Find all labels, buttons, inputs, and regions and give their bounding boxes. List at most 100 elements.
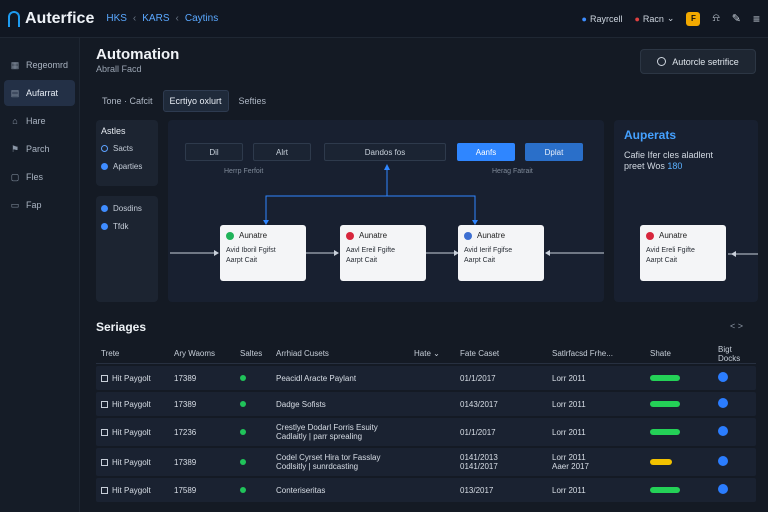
info-icon[interactable]	[718, 456, 728, 466]
automate-button-label: Autorcle setrifice	[672, 56, 739, 67]
tab-ecrtiyo[interactable]: Ecrtiyo oxlurt	[162, 90, 229, 112]
app-name: Auterfice	[25, 9, 95, 27]
edit-icon[interactable]: ✎	[732, 12, 741, 25]
node-title: Aunatre	[477, 231, 506, 240]
column-header[interactable]: Bigt Docks	[710, 345, 756, 363]
row-checkbox[interactable]	[101, 486, 108, 494]
column-header[interactable]: Arrhiad Cusets	[272, 349, 410, 358]
radio-icon	[101, 205, 108, 212]
info-icon[interactable]	[718, 484, 728, 494]
menu-icon[interactable]: ≡	[753, 12, 760, 26]
workflow-canvas[interactable]: Dil Alrt Dandos fos Aanfs Dplat Herrp Fe…	[168, 120, 604, 302]
tab-tone[interactable]: Tone · Cafcit	[96, 90, 159, 112]
status-cell	[234, 428, 272, 437]
details-cell: Conteriseritas	[276, 485, 326, 495]
tab-bar: Tone · Cafcit Ecrtiyo oxlurt Sefties	[96, 90, 276, 112]
table-row[interactable]: Hit Paygolt 17236 Crestlye Dodarl Forris…	[96, 418, 756, 446]
user-label: Rayrcell	[589, 13, 623, 24]
info-icon[interactable]	[718, 372, 728, 382]
notification-icon: ●	[634, 13, 640, 24]
time-line: Aaer 2017	[552, 462, 589, 471]
node-text: Aarpt Cait	[646, 257, 678, 264]
docs-cell	[710, 484, 756, 496]
node-title: Aunatre	[239, 231, 268, 240]
app-logo[interactable]: Auterfice	[8, 10, 94, 28]
name-cell: Hit Paygolt	[96, 486, 170, 495]
workflow-node[interactable]: Aunatre Avid Ereli Fgifte Aarpt Cait	[640, 225, 726, 281]
table-row[interactable]: Hit Paygolt 17389 Codel Cyrset Hira tor …	[96, 448, 756, 476]
column-header[interactable]: Saltes	[234, 349, 272, 358]
column-header[interactable]: Hate ⌄	[410, 349, 456, 358]
flow-chip[interactable]: Dandos fos	[324, 143, 446, 161]
table-row[interactable]: Hit Paygolt 17389 Dadge Sofists 0143/201…	[96, 392, 756, 416]
sidebar-item-regeomrd[interactable]: ▦ Regeomrd	[4, 52, 75, 78]
flow-chip-primary[interactable]: Aanfs	[457, 143, 515, 161]
breadcrumb-item[interactable]: Caytins	[185, 13, 218, 24]
status-icon	[226, 231, 234, 240]
date-cell: 01/1/2017	[460, 427, 496, 437]
filter-option[interactable]: Aparties	[101, 162, 153, 171]
node-header: Aunatre	[346, 231, 420, 240]
details-line: Crestlye Dodarl Forris Esuity	[276, 423, 378, 432]
user-menu[interactable]: ● Rayrcell	[582, 14, 623, 24]
sidebar-item-fles[interactable]: ▢ Fles	[4, 164, 75, 190]
pager-controls[interactable]: < >	[730, 321, 743, 331]
details-line: Codel Cyrset Hira tor Fasslay	[276, 453, 381, 462]
sidebar-item-parch[interactable]: ⚑ Parch	[4, 136, 75, 162]
flow-chip[interactable]: Dil	[185, 143, 243, 161]
info-icon[interactable]	[718, 398, 728, 408]
state-cell	[644, 486, 710, 495]
automate-button[interactable]: Autorcle setrifice	[640, 49, 756, 74]
row-checkbox[interactable]	[101, 374, 108, 382]
info-panel-text-line: preet Wos	[624, 161, 665, 171]
state-cell	[644, 374, 710, 383]
page-title: Automation	[96, 46, 180, 63]
sidebar-item-fap[interactable]: ▭ Fap	[4, 192, 75, 218]
workflow-node[interactable]: Aunatre Avid Ierif Fgifse Aarpt Cait	[458, 225, 544, 281]
column-header[interactable]: Fate Caset	[456, 349, 548, 358]
account-menu[interactable]: ● Racn ⌄	[634, 13, 674, 24]
circle-icon	[657, 57, 667, 66]
id-cell: 17389	[174, 373, 197, 383]
row-checkbox[interactable]	[101, 428, 108, 436]
column-header[interactable]: Satlrfacsd Frhe...	[548, 349, 644, 358]
info-panel-highlight: 180	[667, 161, 683, 171]
info-panel-text: preet Wos 180	[624, 161, 748, 172]
flow-chip[interactable]: Alrt	[253, 143, 311, 161]
workflow-node[interactable]: Aunatre Aavl Ereil Fgifte Aarpt Cait	[340, 225, 426, 281]
sidebar-item-label: Hare	[26, 116, 46, 126]
table-row[interactable]: Hit Paygolt 17389 Peacidl Aracte Paylant…	[96, 366, 756, 390]
column-header[interactable]: Trete	[96, 349, 170, 358]
option-label: Dosdins	[113, 204, 142, 213]
table-row[interactable]: Hit Paygolt 17589 Conteriseritas 013/201…	[96, 478, 756, 502]
account-label: Racn	[642, 13, 664, 24]
flag-icon: ⚑	[10, 143, 20, 154]
column-header[interactable]: Shate	[644, 349, 710, 358]
filter-panel: Astles Sacts Aparties	[96, 120, 158, 186]
info-icon[interactable]	[718, 426, 728, 436]
option-item[interactable]: Tfdk	[101, 222, 153, 231]
app-badge[interactable]: F	[686, 11, 701, 26]
workflow-node[interactable]: Aunatre Avid Iboril Fgifst Aarpt Cait	[220, 225, 306, 281]
bell-icon[interactable]: ⍾	[712, 12, 719, 25]
breadcrumb-item[interactable]: KARS	[142, 13, 169, 24]
node-text: Avid Ierif Fgifse	[464, 247, 513, 254]
breadcrumb-item[interactable]: HKS	[106, 13, 127, 24]
sidebar-item-aufarrat[interactable]: ▤ Aufarrat	[4, 80, 75, 106]
docs-cell	[710, 426, 756, 438]
row-checkbox[interactable]	[101, 400, 108, 408]
column-header[interactable]: Ary Waoms	[170, 349, 234, 358]
node-title: Aunatre	[659, 231, 688, 240]
tab-sefties[interactable]: Sefties	[233, 90, 273, 112]
option-item[interactable]: Dosdins	[101, 204, 153, 213]
date-cell: 01/1/2017	[460, 373, 496, 383]
flow-hint: Herrp Ferfoit	[224, 168, 264, 175]
flow-chip-secondary[interactable]: Dplat	[525, 143, 583, 161]
state-pill	[650, 486, 680, 493]
row-checkbox[interactable]	[101, 458, 108, 466]
filter-option[interactable]: Sacts	[101, 144, 153, 153]
sidebar-item-hare[interactable]: ⌂ Hare	[4, 108, 75, 134]
column-header-label: Hate	[414, 349, 431, 358]
id-cell: 17389	[174, 399, 197, 409]
chevron-down-icon: ⌄	[433, 349, 440, 358]
